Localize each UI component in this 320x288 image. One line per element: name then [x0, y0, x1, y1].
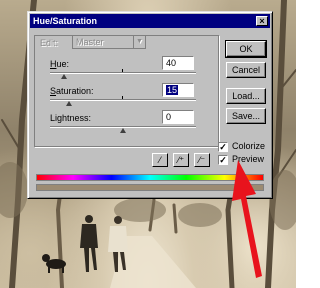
annotation-arrow: [232, 160, 262, 278]
